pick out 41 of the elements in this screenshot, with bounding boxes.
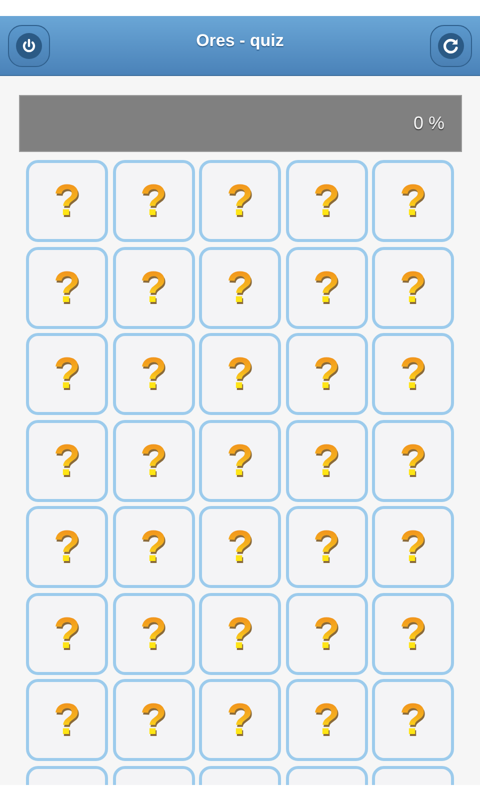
app-title: Ores - quiz xyxy=(196,30,284,50)
quiz-card[interactable]: ? xyxy=(286,333,368,415)
quiz-card[interactable]: ? xyxy=(199,420,281,502)
quiz-card[interactable]: ? xyxy=(286,679,368,761)
quiz-card[interactable]: ? xyxy=(286,160,368,242)
quiz-card[interactable]: ? xyxy=(199,160,281,242)
quiz-card[interactable]: ? xyxy=(26,506,108,588)
power-button[interactable] xyxy=(8,24,50,66)
quiz-card[interactable]: ? xyxy=(112,246,194,328)
quiz-card[interactable]: ? xyxy=(112,160,194,242)
refresh-icon xyxy=(438,32,464,58)
quiz-card[interactable]: ? xyxy=(286,246,368,328)
quiz-card[interactable]: ? xyxy=(286,592,368,674)
quiz-card[interactable]: ? xyxy=(26,160,108,242)
quiz-card[interactable]: ? xyxy=(112,679,194,761)
quiz-card[interactable]: ? xyxy=(112,506,194,588)
quiz-card[interactable]: ? xyxy=(26,246,108,328)
quiz-card[interactable]: ? xyxy=(372,420,454,502)
quiz-card[interactable]: ? xyxy=(199,506,281,588)
quiz-card[interactable]: ? xyxy=(199,679,281,761)
quiz-card[interactable]: ? xyxy=(26,592,108,674)
quiz-card[interactable]: ? xyxy=(372,506,454,588)
quiz-card[interactable]: ? xyxy=(199,333,281,415)
quiz-card[interactable]: ? xyxy=(26,679,108,761)
power-icon xyxy=(16,32,42,58)
quiz-card[interactable]: ? xyxy=(372,246,454,328)
refresh-button[interactable] xyxy=(430,24,472,66)
quiz-card[interactable]: ? xyxy=(372,679,454,761)
progress-percentage: 0 % xyxy=(413,113,444,134)
quiz-card[interactable]: ? xyxy=(372,592,454,674)
quiz-card[interactable]: ? xyxy=(286,506,368,588)
quiz-card[interactable]: ? xyxy=(199,246,281,328)
quiz-card[interactable]: ? xyxy=(112,420,194,502)
quiz-card[interactable]: ? xyxy=(112,592,194,674)
quiz-card[interactable]: ? xyxy=(286,420,368,502)
quiz-card[interactable]: ? xyxy=(26,333,108,415)
quiz-card[interactable]: ? xyxy=(199,592,281,674)
quiz-card[interactable]: ? xyxy=(372,160,454,242)
quiz-card[interactable]: ? xyxy=(26,420,108,502)
quiz-card[interactable]: ? xyxy=(372,333,454,415)
quiz-card[interactable]: ? xyxy=(112,333,194,415)
